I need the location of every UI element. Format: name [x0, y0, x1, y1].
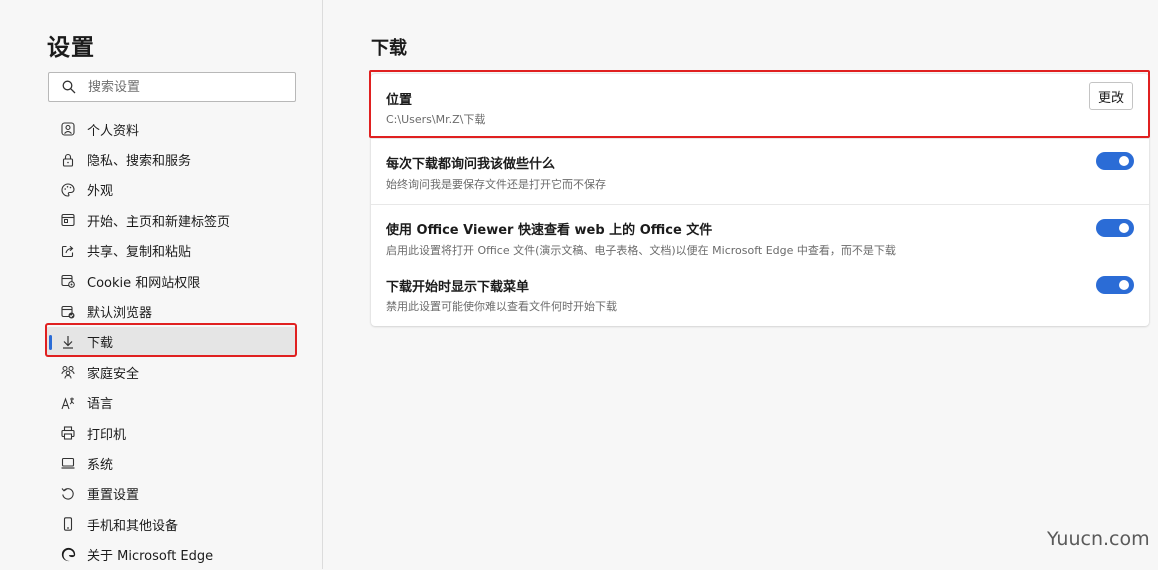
- setting-label: 下载开始时显示下载菜单: [386, 280, 530, 295]
- sidebar-item-label: 外观: [87, 184, 114, 200]
- sidebar-item-privacy[interactable]: 隐私、搜索和服务: [46, 144, 296, 174]
- location-path: C:\Users\Mr.Z\下载: [386, 113, 486, 126]
- location-row: 位置 C:\Users\Mr.Z\下载 更改: [371, 74, 1149, 138]
- system-icon: [60, 455, 76, 471]
- change-location-button[interactable]: 更改: [1089, 82, 1133, 110]
- download-icon: [60, 334, 76, 350]
- toggle-ask-each-download[interactable]: [1096, 152, 1134, 170]
- default-browser-icon: [60, 304, 76, 320]
- sidebar-item-label: 手机和其他设备: [87, 518, 179, 534]
- sidebar-item-profile[interactable]: 个人资料: [46, 114, 296, 144]
- sidebar-item-label: 关于 Microsoft Edge: [87, 549, 214, 565]
- profile-icon: [60, 121, 76, 137]
- sidebar-item-label: 打印机: [87, 427, 127, 443]
- sidebar-item-about-edge[interactable]: 关于 Microsoft Edge: [46, 539, 296, 569]
- toggle-knob: [1119, 223, 1129, 233]
- setting-row-office-viewer: 使用 Office Viewer 快速查看 web 上的 Office 文件 启…: [371, 205, 1149, 267]
- location-label: 位置: [386, 93, 413, 108]
- toggle-knob: [1119, 280, 1129, 290]
- sidebar-item-system[interactable]: 系统: [46, 448, 296, 478]
- setting-row-ask-each-download: 每次下载都询问我该做些什么 始终询问我是要保存文件还是打开它而不保存: [371, 139, 1149, 204]
- setting-description: 始终询问我是要保存文件还是打开它而不保存: [386, 178, 606, 191]
- toggle-office-viewer[interactable]: [1096, 219, 1134, 237]
- home-tab-icon: [60, 212, 76, 228]
- sidebar-item-phone-devices[interactable]: 手机和其他设备: [46, 509, 296, 539]
- watermark: Yuucn.com: [1047, 528, 1150, 550]
- sidebar-item-label: 隐私、搜索和服务: [87, 154, 192, 170]
- edge-logo-icon: [60, 547, 76, 563]
- sidebar-item-label: 系统: [87, 457, 114, 473]
- sidebar-item-label: 下载: [87, 336, 114, 352]
- search-icon: [62, 80, 76, 94]
- sidebar-title: 设置: [47, 35, 95, 61]
- setting-description: 启用此设置将打开 Office 文件(演示文稿、电子表格、文档)以便在 Micr…: [386, 244, 896, 257]
- settings-nav: 个人资料 隐私、搜索和服务 外观 开始、主页和新建标签页 共享、复制和粘贴 Co…: [46, 114, 296, 570]
- sidebar-item-label: 重置设置: [87, 488, 140, 504]
- sidebar-item-printers[interactable]: 打印机: [46, 418, 296, 448]
- sidebar-item-label: 默认浏览器: [87, 306, 153, 322]
- phone-icon: [60, 516, 76, 532]
- sidebar-item-family-safety[interactable]: 家庭安全: [46, 357, 296, 387]
- palette-icon: [60, 182, 76, 198]
- toggle-knob: [1119, 156, 1129, 166]
- printer-icon: [60, 425, 76, 441]
- sidebar-item-label: 家庭安全: [87, 366, 140, 382]
- search-input[interactable]: [86, 78, 280, 96]
- sidebar-item-label: 语言: [87, 397, 114, 413]
- sidebar-item-downloads[interactable]: 下载: [46, 326, 296, 358]
- lock-icon: [60, 152, 76, 168]
- search-box[interactable]: [48, 72, 296, 102]
- sidebar-item-appearance[interactable]: 外观: [46, 175, 296, 205]
- sidebar-item-label: 共享、复制和粘贴: [87, 245, 192, 261]
- reset-icon: [60, 486, 76, 502]
- sidebar-item-reset-settings[interactable]: 重置设置: [46, 479, 296, 509]
- sidebar-item-default-browser[interactable]: 默认浏览器: [46, 296, 296, 326]
- sidebar-item-label: 开始、主页和新建标签页: [87, 214, 231, 230]
- setting-description: 禁用此设置可能使你难以查看文件何时开始下载: [386, 300, 617, 313]
- setting-row-show-download-menu: 下载开始时显示下载菜单 禁用此设置可能使你难以查看文件何时开始下载: [371, 267, 1149, 326]
- family-icon: [60, 364, 76, 380]
- sidebar-item-label: Cookie 和网站权限: [87, 275, 201, 291]
- share-icon: [60, 243, 76, 259]
- toggle-show-download-menu[interactable]: [1096, 276, 1134, 294]
- downloads-settings-card: 位置 C:\Users\Mr.Z\下载 更改 每次下载都询问我该做些什么 始终询…: [371, 74, 1149, 326]
- sidebar-item-start-home-newtab[interactable]: 开始、主页和新建标签页: [46, 205, 296, 235]
- setting-label: 每次下载都询问我该做些什么: [386, 157, 556, 172]
- setting-label: 使用 Office Viewer 快速查看 web 上的 Office 文件: [386, 223, 713, 238]
- page-title: 下载: [371, 38, 407, 59]
- language-icon: [60, 395, 76, 411]
- sidebar-item-label: 个人资料: [87, 123, 140, 139]
- sidebar-item-languages[interactable]: 语言: [46, 388, 296, 418]
- sidebar-item-share-copy-paste[interactable]: 共享、复制和粘贴: [46, 236, 296, 266]
- sidebar: 设置 个人资料 隐私、搜索和服务 外观: [0, 0, 323, 569]
- site-permissions-icon: [60, 273, 76, 289]
- sidebar-item-cookies-permissions[interactable]: Cookie 和网站权限: [46, 266, 296, 296]
